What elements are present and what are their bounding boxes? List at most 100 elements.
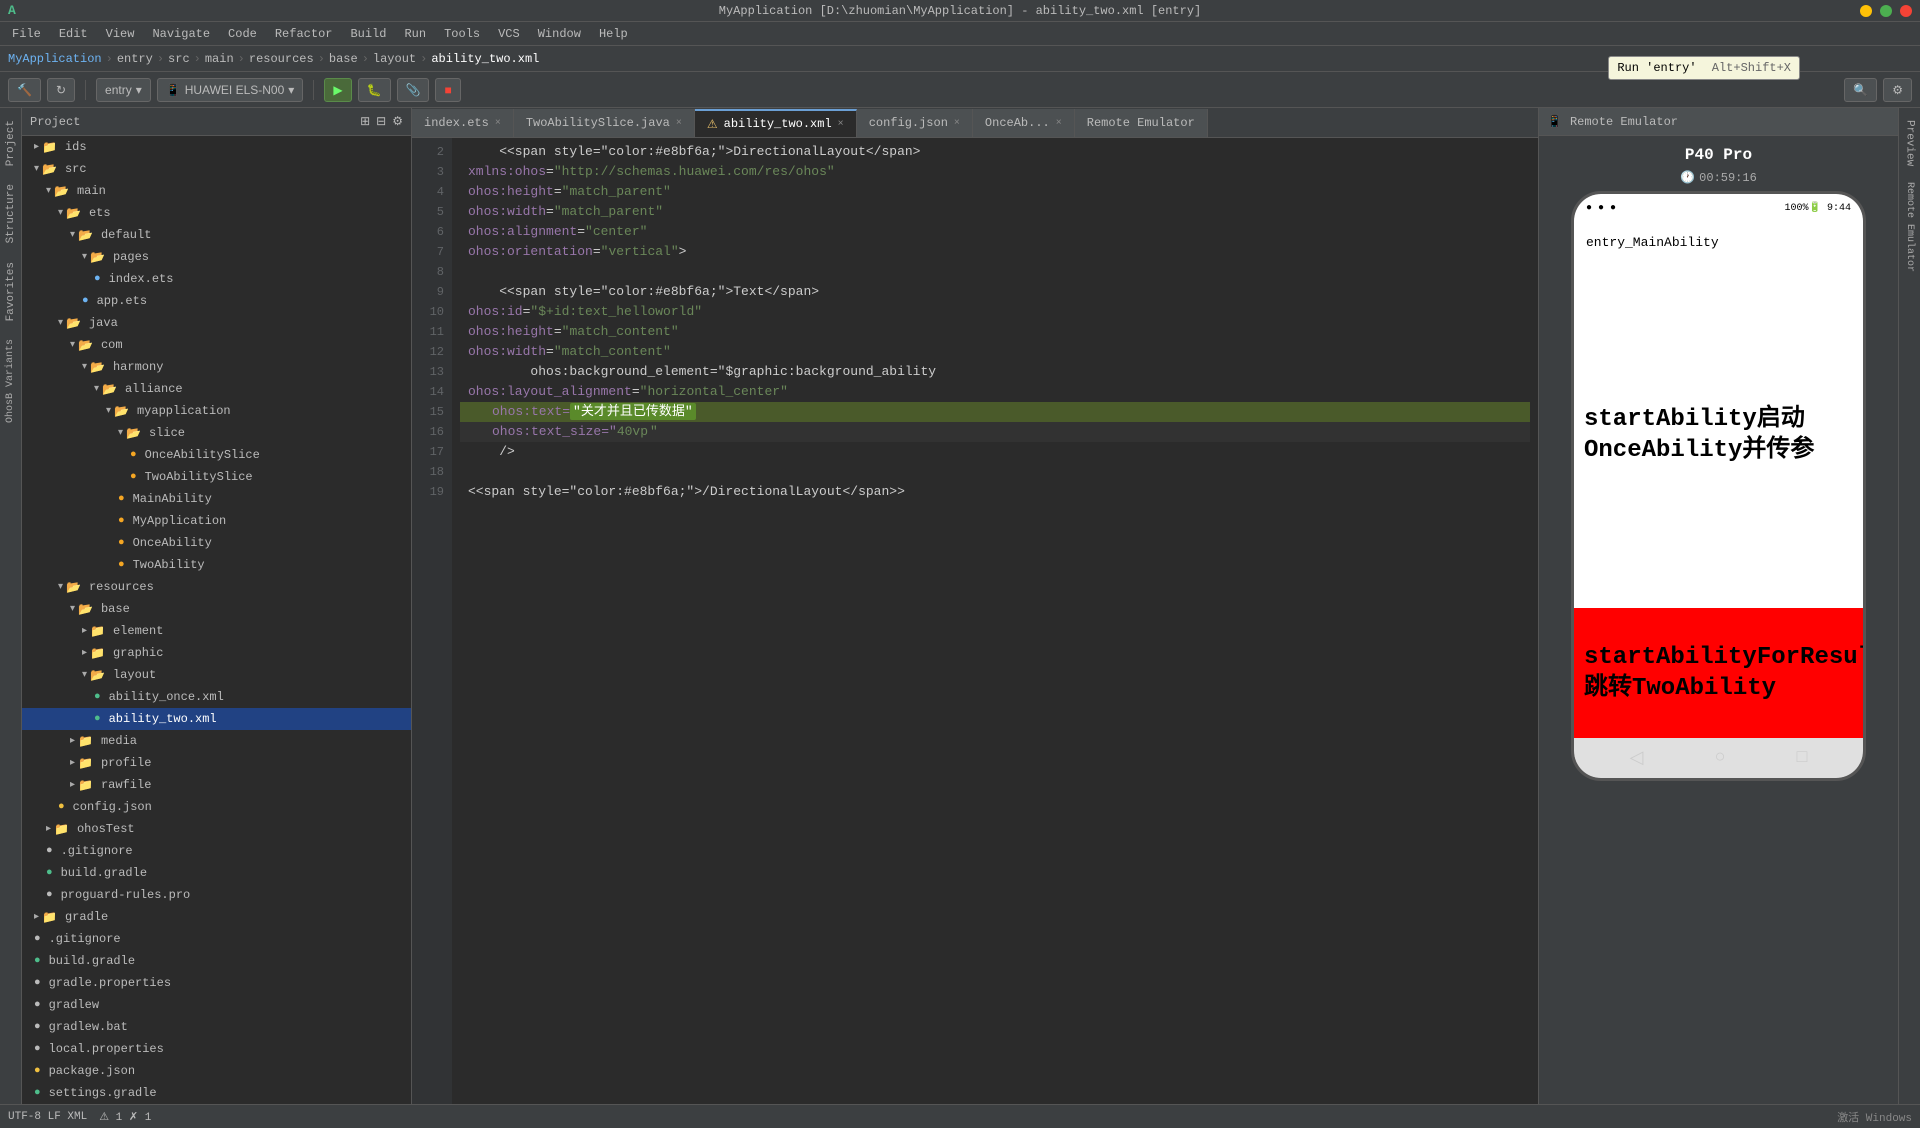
tab-close-onceab[interactable]: × [1056, 118, 1062, 129]
run-button[interactable]: ▶ [324, 78, 351, 102]
code-line[interactable]: ohos:orientation="vertical"> [460, 242, 1530, 262]
code-line[interactable]: ohos:text="关才并且已传数据" [460, 402, 1530, 422]
breadcrumb-src[interactable]: src [168, 52, 190, 66]
tree-node-gitignore_top[interactable]: ●.gitignore [22, 928, 411, 950]
tree-node-config_json[interactable]: ●config.json [22, 796, 411, 818]
code-line[interactable]: ohos:id="$+id:text_helloworld" [460, 302, 1530, 322]
tree-node-ability_once[interactable]: ●ability_once.xml [22, 686, 411, 708]
tab-onceab[interactable]: OnceAb... × [973, 109, 1075, 137]
code-line[interactable]: ohos:background_element="$graphic:backgr… [460, 362, 1530, 382]
left-tab-ohosbuild[interactable]: OhosB Variants [2, 331, 19, 431]
window-controls[interactable] [1860, 5, 1912, 17]
tree-node-myapplication_cls[interactable]: ●MyApplication [22, 510, 411, 532]
tab-index-ets[interactable]: index.ets × [412, 109, 514, 137]
tab-ability-two-xml[interactable]: ⚠ ability_two.xml × [695, 109, 857, 137]
code-line[interactable]: <<span style="color:#e8bf6a;">Directiona… [460, 142, 1530, 162]
menu-edit[interactable]: Edit [51, 25, 96, 43]
menu-view[interactable]: View [98, 25, 143, 43]
code-line[interactable]: ohos:height="match_parent" [460, 182, 1530, 202]
tree-node-media[interactable]: ▸📁media [22, 730, 411, 752]
tree-node-gradle_top[interactable]: ▸📁gradle [22, 906, 411, 928]
breadcrumb-entry[interactable]: entry [117, 52, 153, 66]
code-line[interactable]: ohos:width="match_parent" [460, 202, 1530, 222]
tree-node-onceabilityslice[interactable]: ●OnceAbilitySlice [22, 444, 411, 466]
right-tab-preview[interactable]: Preview [1901, 112, 1919, 174]
menu-help[interactable]: Help [591, 25, 636, 43]
close-button[interactable] [1900, 5, 1912, 17]
tree-node-twoabilityslice[interactable]: ●TwoAbilitySlice [22, 466, 411, 488]
tree-node-ohostest[interactable]: ▸📁ohosTest [22, 818, 411, 840]
tree-node-harmony[interactable]: ▾📂harmony [22, 356, 411, 378]
breadcrumb-app[interactable]: MyApplication [8, 52, 102, 66]
code-line[interactable]: /> [460, 442, 1530, 462]
tab-remote-emulator[interactable]: Remote Emulator [1075, 109, 1208, 137]
tab-close-two[interactable]: × [676, 118, 682, 129]
tree-node-com[interactable]: ▾📂com [22, 334, 411, 356]
build-button[interactable]: 🔨 [8, 78, 41, 102]
attach-button[interactable]: 📎 [397, 78, 430, 102]
tree-node-build_gradle_top[interactable]: ●build.gradle [22, 950, 411, 972]
code-line[interactable] [460, 262, 1530, 282]
menu-run[interactable]: Run [396, 25, 434, 43]
maximize-button[interactable] [1880, 5, 1892, 17]
tree-node-src[interactable]: ▾📂src [22, 158, 411, 180]
menu-window[interactable]: Window [530, 25, 589, 43]
code-line[interactable]: <<span style="color:#e8bf6a;">/Direction… [460, 482, 1530, 502]
tree-node-ids[interactable]: ▸📁ids [22, 136, 411, 158]
breadcrumb-main[interactable]: main [205, 52, 234, 66]
tree-node-default[interactable]: ▾📂default [22, 224, 411, 246]
code-content[interactable]: <<span style="color:#e8bf6a;">Directiona… [452, 138, 1538, 1104]
left-tab-project[interactable]: Project [2, 112, 20, 174]
tree-node-rawfile[interactable]: ▸📁rawfile [22, 774, 411, 796]
code-line[interactable]: ohos:height="match_content" [460, 322, 1530, 342]
code-line[interactable]: xmlns:ohos="http://schemas.huawei.com/re… [460, 162, 1530, 182]
tree-node-java[interactable]: ▾📂java [22, 312, 411, 334]
breadcrumb-resources[interactable]: resources [249, 52, 314, 66]
tree-node-settings_gradle[interactable]: ●settings.gradle [22, 1082, 411, 1104]
tree-node-index_ets[interactable]: ●index.ets [22, 268, 411, 290]
menu-vcs[interactable]: VCS [490, 25, 528, 43]
tree-node-pages[interactable]: ▾📂pages [22, 246, 411, 268]
tree-node-package_json[interactable]: ●package.json [22, 1060, 411, 1082]
breadcrumb-layout[interactable]: layout [373, 52, 416, 66]
tree-node-gitignore_inner[interactable]: ●.gitignore [22, 840, 411, 862]
code-line[interactable] [460, 462, 1530, 482]
minimize-button[interactable] [1860, 5, 1872, 17]
tree-node-ets[interactable]: ▾📂ets [22, 202, 411, 224]
nav-home-button[interactable]: ○ [1715, 748, 1726, 768]
tab-twoabilityslice[interactable]: TwoAbilitySlice.java × [514, 109, 695, 137]
entry-dropdown[interactable]: entry ▾ [96, 78, 151, 102]
breadcrumb-base[interactable]: base [329, 52, 358, 66]
menu-file[interactable]: File [4, 25, 49, 43]
tab-close-ability-two[interactable]: × [838, 119, 844, 130]
tree-node-graphic[interactable]: ▸📁graphic [22, 642, 411, 664]
tab-close-index-ets[interactable]: × [495, 118, 501, 129]
debug-button[interactable]: 🐛 [358, 78, 391, 102]
menu-navigate[interactable]: Navigate [144, 25, 218, 43]
code-line[interactable]: <<span style="color:#e8bf6a;">Text</span… [460, 282, 1530, 302]
tree-node-layout[interactable]: ▾📂layout [22, 664, 411, 686]
tab-close-config[interactable]: × [954, 118, 960, 129]
menu-code[interactable]: Code [220, 25, 265, 43]
tree-node-twoability[interactable]: ●TwoAbility [22, 554, 411, 576]
sidebar-settings-icon[interactable]: ⚙ [392, 114, 403, 129]
tree-node-build_gradle_inner[interactable]: ●build.gradle [22, 862, 411, 884]
tree-node-profile[interactable]: ▸📁profile [22, 752, 411, 774]
code-line[interactable]: ohos:text_size="40vp" [460, 422, 1530, 442]
stop-button[interactable]: ■ [435, 78, 460, 102]
right-tab-remote[interactable]: Remote Emulator [1901, 174, 1918, 280]
tree-node-gradlew_bat[interactable]: ●gradlew.bat [22, 1016, 411, 1038]
sync-button[interactable]: ↻ [47, 78, 75, 102]
tree-node-element[interactable]: ▸📁element [22, 620, 411, 642]
tree-node-app_ets[interactable]: ●app.ets [22, 290, 411, 312]
search-everywhere-button[interactable]: 🔍 [1844, 78, 1877, 102]
device-dropdown[interactable]: 📱 HUAWEI ELS-N00 ▾ [157, 78, 304, 102]
tab-config-json[interactable]: config.json × [857, 109, 973, 137]
tree-node-onceability[interactable]: ●OnceAbility [22, 532, 411, 554]
left-tab-structure[interactable]: Structure [2, 176, 20, 251]
tree-node-mainability[interactable]: ●MainAbility [22, 488, 411, 510]
tree-node-proguard[interactable]: ●proguard-rules.pro [22, 884, 411, 906]
sidebar-expand-icon[interactable]: ⊞ [360, 114, 370, 129]
tree-node-gradle_props[interactable]: ●gradle.properties [22, 972, 411, 994]
sidebar-collapse-icon[interactable]: ⊟ [376, 114, 386, 129]
